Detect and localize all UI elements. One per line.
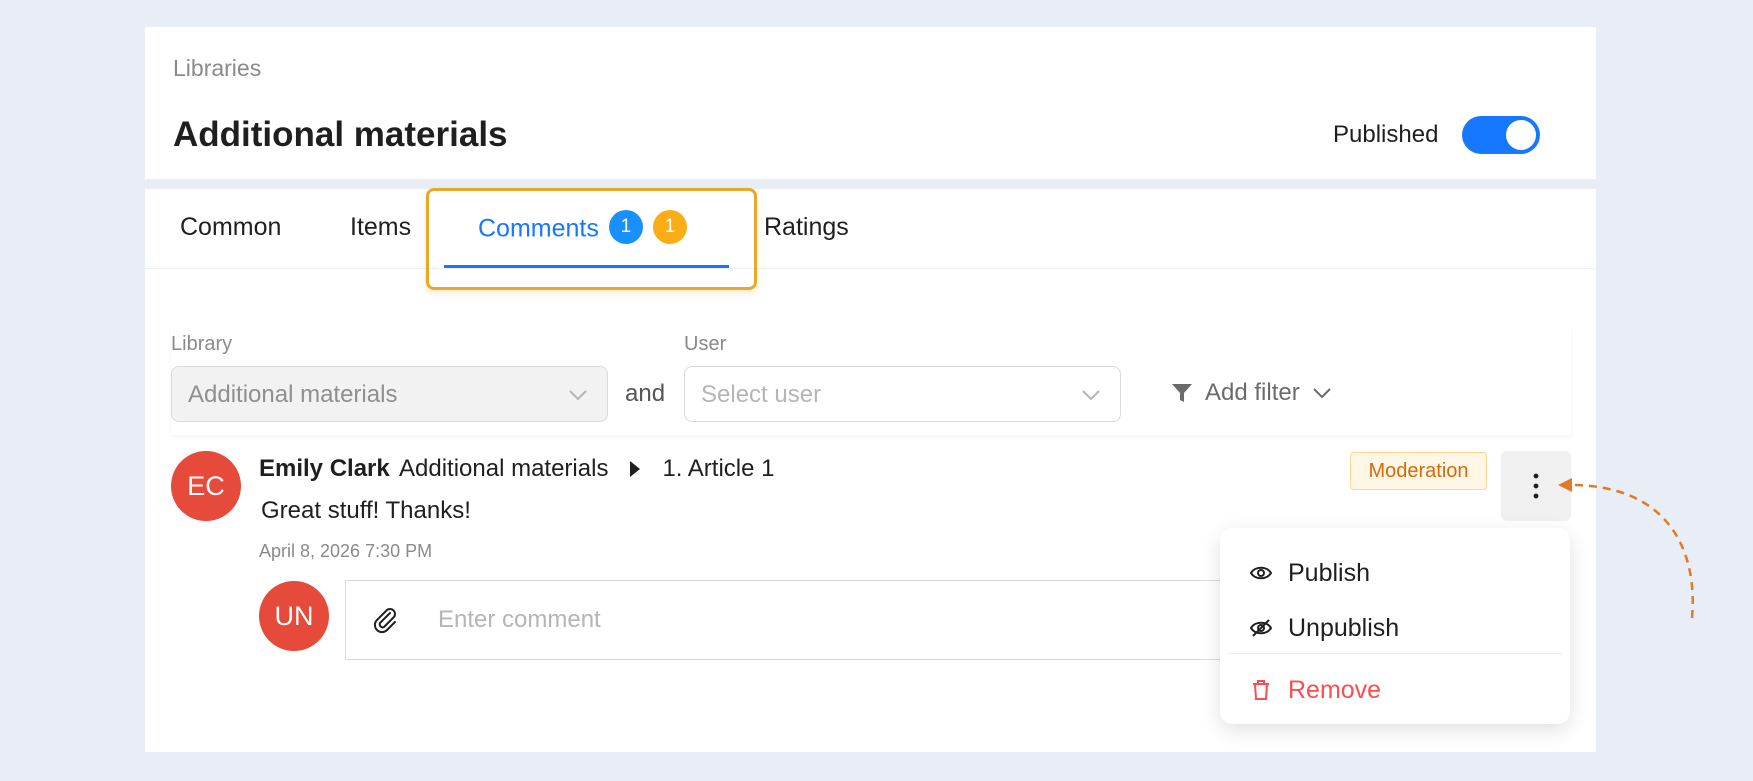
add-filter-button[interactable]: Add filter xyxy=(1171,379,1332,407)
toggle-knob xyxy=(1506,120,1536,150)
menu-item-unpublish[interactable]: Unpublish xyxy=(1220,603,1570,653)
callout-arrow xyxy=(1558,478,1694,619)
paperclip-icon[interactable] xyxy=(370,605,400,635)
tab-comments-label: Comments xyxy=(478,214,599,243)
comment-path-item[interactable]: 1. Article 1 xyxy=(662,455,774,483)
library-select-value: Additional materials xyxy=(188,381,398,408)
menu-item-publish-label: Publish xyxy=(1288,558,1370,587)
breadcrumb[interactable]: Libraries xyxy=(173,55,261,82)
more-vertical-icon xyxy=(1533,473,1539,499)
comment-input[interactable] xyxy=(438,596,1318,644)
user-select[interactable]: Select user xyxy=(684,366,1121,422)
menu-item-remove[interactable]: Remove xyxy=(1220,665,1570,715)
add-filter-label: Add filter xyxy=(1205,379,1300,406)
tab-common[interactable]: Common xyxy=(180,213,281,242)
funnel-icon xyxy=(1172,384,1192,402)
actions-menu: Publish Unpublish Remove xyxy=(1220,528,1570,724)
page-title: Additional materials xyxy=(173,115,508,154)
comments-count-badge: 1 xyxy=(608,210,643,244)
and-connector: and xyxy=(625,380,666,407)
active-tab-indicator xyxy=(444,265,729,268)
eye-off-icon xyxy=(1250,619,1272,637)
trash-icon xyxy=(1253,680,1269,700)
menu-divider xyxy=(1228,653,1562,654)
published-toggle[interactable] xyxy=(1462,116,1540,154)
published-label: Published xyxy=(1333,121,1439,148)
user-filter-label: User xyxy=(684,333,727,355)
tab-ratings[interactable]: Ratings xyxy=(764,213,849,242)
chevron-down-icon xyxy=(1313,388,1331,399)
reply-box xyxy=(345,580,1355,660)
status-badge: Moderation xyxy=(1350,452,1487,490)
library-select: Additional materials xyxy=(171,366,608,422)
tab-items[interactable]: Items xyxy=(350,213,411,242)
filter-bar: Library Additional materials and User Se… xyxy=(171,327,1571,435)
menu-item-remove-label: Remove xyxy=(1288,675,1382,704)
comments-pending-badge: 1 xyxy=(652,210,687,244)
tab-bar: Common Items Comments 1 1 Ratings xyxy=(145,189,1596,269)
tab-comments[interactable]: Comments 1 1 xyxy=(478,210,687,247)
avatar: EC xyxy=(171,451,241,521)
user-select-placeholder: Select user xyxy=(701,381,822,408)
chevron-down-icon xyxy=(1082,390,1100,401)
menu-item-publish[interactable]: Publish xyxy=(1220,548,1570,598)
eye-icon xyxy=(1250,566,1272,580)
chevron-down-icon xyxy=(569,390,587,401)
page-header: Libraries Additional materials Published xyxy=(145,27,1596,179)
caret-right-icon xyxy=(630,461,641,477)
reply-avatar: UN xyxy=(259,581,329,651)
comment-path: Additional materials 1. Article 1 xyxy=(399,455,775,483)
library-filter-label: Library xyxy=(171,333,233,355)
comment-timestamp: April 8, 2026 7:30 PM xyxy=(259,541,433,561)
comment-author[interactable]: Emily Clark xyxy=(259,455,390,483)
comment-path-library[interactable]: Additional materials xyxy=(399,455,608,483)
comment-text: Great stuff! Thanks! xyxy=(261,497,471,524)
menu-item-unpublish-label: Unpublish xyxy=(1288,613,1400,642)
